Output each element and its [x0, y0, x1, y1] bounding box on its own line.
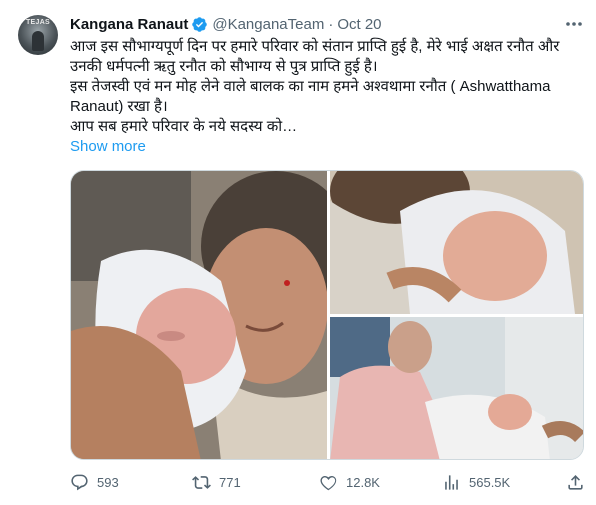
- tweet-text-paragraph-3: आप सब हमारे परिवार के नये सदस्य को…: [70, 118, 298, 135]
- avatar-figure: [32, 31, 44, 51]
- more-options-button[interactable]: [563, 14, 585, 34]
- reply-icon: [71, 474, 88, 490]
- like-button[interactable]: 12.8K: [319, 470, 380, 494]
- retweet-count: 771: [219, 474, 241, 490]
- action-bar: 593 771 12.8K 565.5K: [70, 470, 585, 494]
- tweet-text: आज इस सौभाग्यपूर्ण दिन पर हमारे परिवार क…: [70, 37, 585, 137]
- views-chart-icon: [445, 474, 458, 490]
- tweet-card[interactable]: TEJAS Kangana Ranaut @KanganaTeam · Oct …: [0, 0, 596, 505]
- more-options-icon: [566, 22, 582, 26]
- views-button[interactable]: 565.5K: [442, 470, 510, 494]
- reply-count: 593: [97, 474, 119, 490]
- avatar[interactable]: TEJAS: [18, 15, 58, 55]
- reply-button[interactable]: 593: [70, 470, 119, 494]
- separator-dot: ·: [328, 15, 334, 33]
- tweet-header: Kangana Ranaut @KanganaTeam · Oct 20: [70, 14, 382, 34]
- media-grid: [70, 170, 584, 460]
- verified-badge-icon: [191, 16, 208, 33]
- heart-icon: [320, 475, 337, 490]
- author-handle[interactable]: @KanganaTeam: [212, 16, 324, 33]
- share-button[interactable]: [566, 470, 585, 494]
- show-more-link[interactable]: Show more: [70, 138, 146, 155]
- retweet-icon: [192, 475, 211, 489]
- retweet-button[interactable]: 771: [192, 470, 241, 494]
- share-icon: [568, 474, 583, 490]
- tweet-date[interactable]: Oct 20: [337, 16, 381, 33]
- like-count: 12.8K: [346, 474, 380, 490]
- photo-woman-with-baby[interactable]: [330, 317, 583, 459]
- tweet-text-paragraph-2: इस तेजस्वी एवं मन मोह लेने वाले बालक का …: [70, 78, 551, 115]
- avatar-text: TEJAS: [25, 19, 51, 26]
- photo-man-with-baby[interactable]: [330, 171, 583, 314]
- tweet-text-paragraph-1: आज इस सौभाग्यपूर्ण दिन पर हमारे परिवार क…: [70, 38, 560, 75]
- views-count: 565.5K: [469, 474, 511, 490]
- author-name[interactable]: Kangana Ranaut: [70, 16, 188, 33]
- photo-grandmother-with-baby[interactable]: [71, 171, 327, 459]
